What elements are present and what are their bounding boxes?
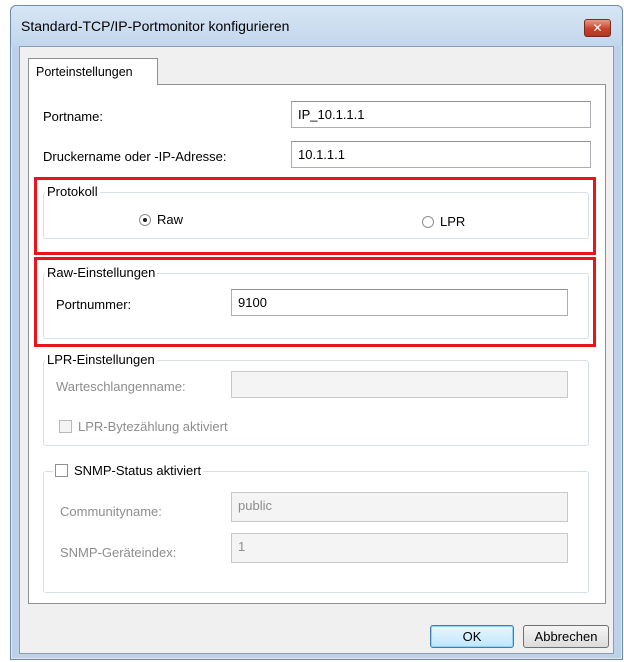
tab-porteinstellungen[interactable]: Porteinstellungen <box>28 58 158 85</box>
ip-address-input[interactable]: 10.1.1.1 <box>291 141 591 168</box>
lpr-byte-count-checkbox[interactable]: LPR-Bytezählung aktiviert <box>59 419 228 434</box>
tab-panel: Portname: IP_10.1.1.1 Druckername oder -… <box>28 84 606 604</box>
snmp-group <box>43 471 589 593</box>
snmp-device-index-label: SNMP-Geräteindex: <box>60 545 177 560</box>
ok-button[interactable]: OK <box>430 625 514 648</box>
queue-name-input[interactable] <box>231 371 568 398</box>
lpr-settings-caption: LPR-Einstellungen <box>45 352 157 367</box>
snmp-device-index-input[interactable]: 1 <box>231 533 568 563</box>
dialog-client-area: Porteinstellungen Portname: IP_10.1.1.1 … <box>19 46 614 654</box>
snmp-enable-checkbox[interactable]: SNMP-Status aktiviert <box>53 463 204 478</box>
dialog-window: Standard-TCP/IP-Portmonitor konfiguriere… <box>10 5 623 660</box>
ip-address-label: Druckername oder -IP-Adresse: <box>43 149 227 164</box>
queue-name-label: Warteschlangenname: <box>56 379 186 394</box>
protocol-highlight-frame <box>34 177 596 255</box>
window-title: Standard-TCP/IP-Portmonitor konfiguriere… <box>21 18 290 34</box>
cancel-button[interactable]: Abbrechen <box>523 625 609 648</box>
close-icon: ✕ <box>592 21 603 35</box>
community-name-input[interactable]: public <box>231 492 568 522</box>
portname-input[interactable]: IP_10.1.1.1 <box>291 101 591 128</box>
lpr-byte-count-label: LPR-Bytezählung aktiviert <box>78 419 228 434</box>
title-bar[interactable]: Standard-TCP/IP-Portmonitor konfiguriere… <box>11 6 622 46</box>
community-name-label: Communityname: <box>60 504 162 519</box>
close-button[interactable]: ✕ <box>584 19 611 37</box>
lpr-byte-count-box[interactable] <box>59 420 72 433</box>
portname-label: Portname: <box>43 109 103 124</box>
snmp-enable-box[interactable] <box>55 464 68 477</box>
snmp-enable-label: SNMP-Status aktiviert <box>74 463 202 478</box>
raw-settings-highlight-frame <box>34 257 596 347</box>
